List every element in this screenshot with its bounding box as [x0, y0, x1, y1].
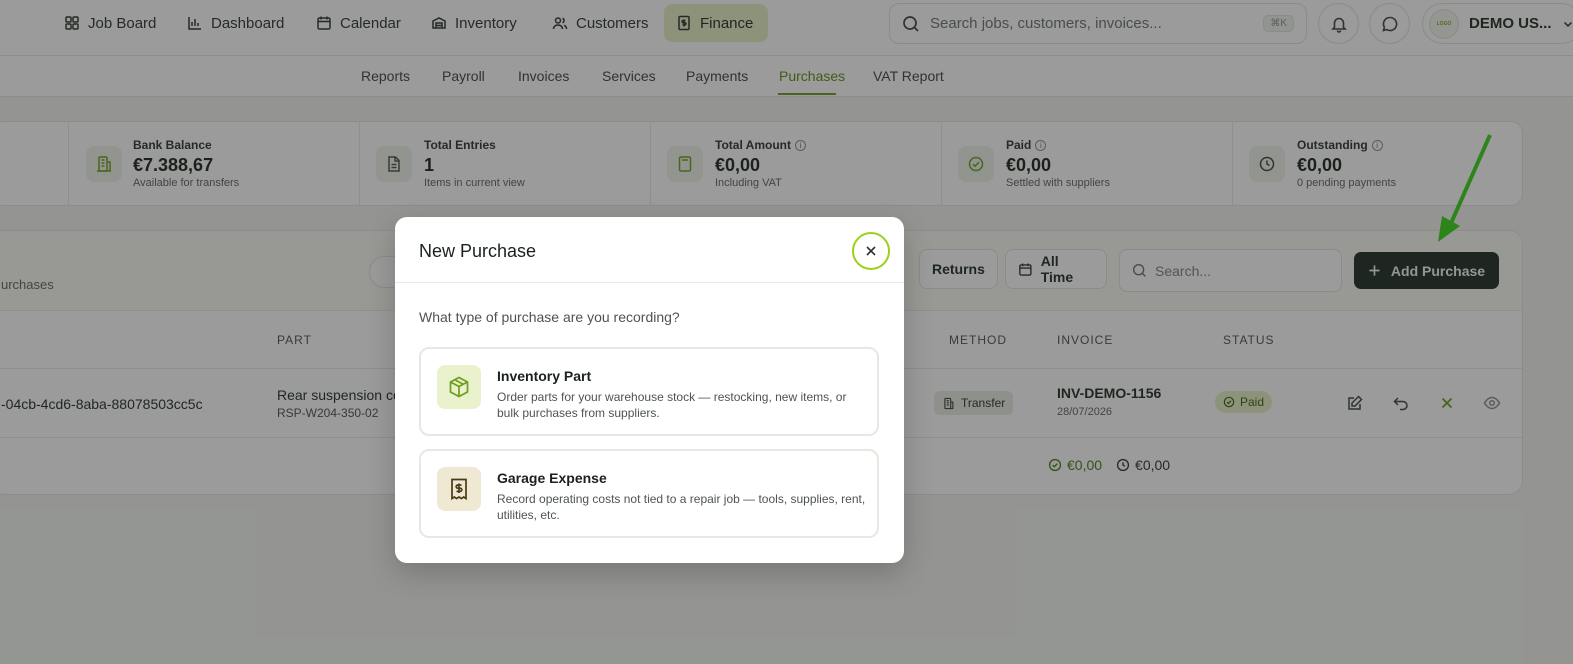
close-modal-button[interactable]	[852, 232, 890, 270]
option-description: Order parts for your warehouse stock — r…	[497, 390, 847, 420]
new-purchase-modal: New Purchase What type of purchase are y…	[395, 217, 904, 563]
option-title: Garage Expense	[497, 470, 607, 486]
option-inventory-part[interactable]: Inventory Part Order parts for your ware…	[419, 347, 879, 436]
modal-title: New Purchase	[419, 241, 537, 261]
option-title: Inventory Part	[497, 368, 592, 384]
close-icon	[866, 246, 876, 256]
receipt-icon	[437, 467, 481, 511]
modal-question: What type of purchase are you recording?	[419, 309, 680, 325]
box-icon	[437, 365, 481, 409]
option-description: Record operating costs not tied to a rep…	[497, 492, 866, 522]
modal-header: New Purchase	[395, 217, 904, 283]
option-garage-expense[interactable]: Garage Expense Record operating costs no…	[419, 449, 879, 538]
